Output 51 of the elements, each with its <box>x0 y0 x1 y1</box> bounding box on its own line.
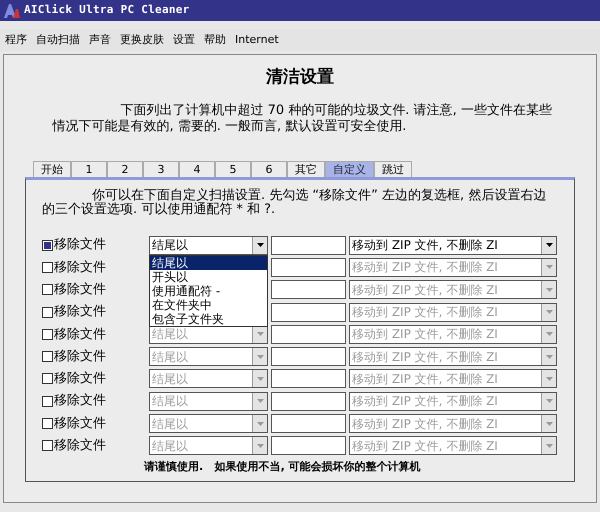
tab[interactable]: 4 <box>179 160 215 176</box>
checkbox-label: 移除文件 <box>54 392 106 410</box>
match-dropdown[interactable]: 结尾以 <box>149 236 268 255</box>
tab[interactable]: 跳过 <box>374 160 412 176</box>
tab[interactable]: 2 <box>107 160 143 176</box>
pattern-input[interactable] <box>271 369 346 388</box>
app-logo-icon <box>4 4 20 18</box>
warning-text: 请谨慎使用. 如果使用不当, 可能会损坏你的整个计算机 <box>144 459 422 476</box>
tab[interactable]: 1 <box>71 160 107 176</box>
page-heading: 清洁设置 <box>266 66 334 89</box>
intro-text: 下面列出了计算机中超过 70 种的可能的垃圾文件. 请注意, 一些文件在某些情况下可能是有效的, 需要的. 一般而言, 默认设置可安全使用. <box>52 102 553 134</box>
menu-item[interactable]: 更换皮肤 <box>120 32 164 48</box>
dropdown-option[interactable]: 使用通配符 - <box>150 284 267 298</box>
pattern-input[interactable] <box>271 436 346 456</box>
tab[interactable]: 其它 <box>287 160 325 176</box>
pattern-input[interactable] <box>271 302 346 322</box>
pattern-input[interactable] <box>271 258 346 277</box>
menu-item[interactable]: 帮助 <box>204 32 226 48</box>
tab[interactable]: 自定义 <box>325 160 374 176</box>
pattern-input[interactable] <box>271 392 346 411</box>
pattern-input[interactable] <box>271 324 346 344</box>
menu-item[interactable]: 程序 <box>5 32 27 48</box>
checkbox-label: 移除文件 <box>54 236 106 254</box>
checkbox-label: 移除文件 <box>54 303 106 322</box>
instructions-text: 你可以在下面自定义扫描设置. 先勾选 “移除文件” 左边的复选框, 然后设置右边的三个设置选项. 可以使用通配符 * 和 ?. <box>42 188 548 216</box>
dropdown-option[interactable]: 在文件夹中 <box>150 298 267 312</box>
tab[interactable]: 3 <box>143 160 179 176</box>
dropdown-option[interactable]: 开头以 <box>150 270 267 284</box>
tab[interactable]: 开始 <box>33 160 71 176</box>
checkbox-label: 移除文件 <box>54 370 106 388</box>
checkbox[interactable] <box>42 240 53 251</box>
checkbox-label: 移除文件 <box>54 281 106 299</box>
dropdown-option[interactable]: 结尾以 <box>150 256 267 270</box>
dropdown-option[interactable]: 包含子文件夹 <box>150 312 267 326</box>
pattern-input[interactable] <box>271 236 346 255</box>
checkbox-label: 移除文件 <box>54 258 106 277</box>
pattern-input[interactable] <box>271 414 346 434</box>
checkbox-label: 移除文件 <box>54 348 106 366</box>
tab[interactable]: 5 <box>215 160 251 176</box>
menu-item[interactable]: 设置 <box>173 32 195 48</box>
menu-item[interactable]: 自动扫描 <box>36 32 80 48</box>
action-dropdown[interactable]: 移动到 ZIP 文件, 不删除 ZI <box>349 236 557 255</box>
tab[interactable]: 6 <box>251 160 287 176</box>
menu-item[interactable]: Internet <box>235 32 279 48</box>
pattern-input[interactable] <box>271 347 346 366</box>
menu-item[interactable]: 声音 <box>89 32 111 48</box>
checkbox-label: 移除文件 <box>54 326 106 344</box>
pattern-input[interactable] <box>271 280 346 300</box>
checkbox-label: 移除文件 <box>54 437 106 456</box>
window-title: AIClick Ultra PC Cleaner <box>24 2 190 18</box>
checkbox-label: 移除文件 <box>54 414 106 433</box>
